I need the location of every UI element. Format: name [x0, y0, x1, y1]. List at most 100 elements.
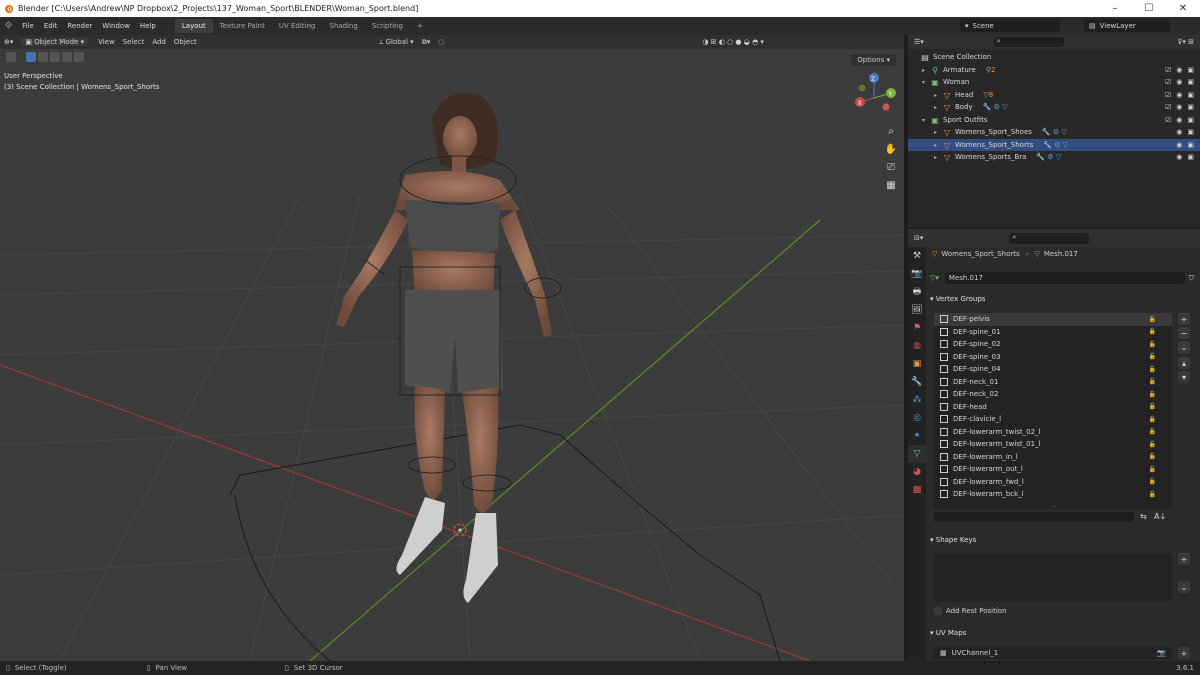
object-tab-icon[interactable]: ▣ — [908, 355, 926, 373]
outliner-row-bra[interactable]: ▸ ▽ Womens_Sports_Bra 🔧 ⚙ ▽ ◉ ▣ — [908, 151, 1200, 163]
transform-orientation-dropdown[interactable]: ⟂ Global ▾ — [375, 38, 418, 47]
lock-icon[interactable]: 🔓 — [1149, 491, 1156, 498]
list-item[interactable]: DEF-lowerarm_twist_01_l 🔓 — [934, 438, 1172, 451]
visibility-toggles[interactable]: ☑ ◉ ▣ — [1165, 103, 1194, 111]
outliner-row-shoes[interactable]: ▸ ▽ Womens_Sport_Shoes 🔧 ⚙ ▽ ◉ ▣ — [908, 126, 1200, 138]
remove-vertex-group-button[interactable]: − — [1178, 327, 1190, 339]
expand-arrow-icon[interactable]: ▸ — [934, 154, 942, 161]
menu-help[interactable]: Help — [135, 22, 161, 30]
menu-object[interactable]: Object — [170, 38, 201, 46]
list-item[interactable]: DEF-spine_04 🔓 — [934, 363, 1172, 376]
menu-edit[interactable]: Edit — [39, 22, 63, 30]
menu-window[interactable]: Window — [97, 22, 135, 30]
maximize-button[interactable]: ☐ — [1132, 0, 1166, 17]
lock-icon[interactable]: 🔓 — [1149, 466, 1156, 473]
mesh-name-field[interactable]: Mesh.017 — [944, 272, 1185, 284]
shape-keys-header[interactable]: ▾ Shape Keys — [930, 536, 976, 544]
list-item[interactable]: DEF-neck_02 🔓 — [934, 388, 1172, 401]
lock-icon[interactable]: 🔓 — [1149, 391, 1156, 398]
add-vertex-group-button[interactable]: + — [1178, 313, 1190, 325]
list-item[interactable]: DEF-head 🔓 — [934, 401, 1172, 414]
physics-tab-icon[interactable]: ◎ — [908, 409, 926, 427]
lock-icon[interactable]: 🔓 — [1149, 478, 1156, 485]
camera-view-icon[interactable]: ⎚ — [884, 162, 898, 176]
scene-tab-icon[interactable]: ⚑ — [908, 319, 926, 337]
outliner-editor-icon[interactable]: ☰▾ — [914, 38, 924, 46]
material-tab-icon[interactable]: ◕ — [908, 463, 926, 481]
render-tab-icon[interactable]: 📷 — [908, 265, 926, 283]
lock-icon[interactable]: 🔓 — [1149, 366, 1156, 373]
zoom-icon[interactable]: ⌕ — [884, 126, 898, 140]
vertex-groups-list[interactable]: DEF-pelvis 🔓 DEF-spine_01 🔓 DEF-spine_02 🔓 … — [934, 313, 1172, 510]
view-layer-tab-icon[interactable]: 🖼 — [908, 301, 926, 319]
minimize-button[interactable]: – — [1098, 0, 1132, 17]
lock-icon[interactable]: 🔓 — [1149, 378, 1156, 385]
vertex-groups-header[interactable]: ▾ Vertex Groups — [930, 295, 985, 303]
select-box-icon[interactable] — [26, 52, 36, 62]
tool-toggle-icon[interactable] — [6, 52, 16, 62]
visibility-toggles[interactable]: ◉ ▣ — [1176, 153, 1194, 161]
view-layer-selector[interactable]: ▤ ViewLayer — [1084, 19, 1170, 32]
lock-icon[interactable]: 🔓 — [1149, 353, 1156, 360]
blender-menu-icon[interactable]: ⟐ — [0, 21, 17, 31]
list-item[interactable]: DEF-spine_03 🔓 — [934, 351, 1172, 364]
outliner-row-body[interactable]: ▸ ▽ Body 🔧 ⚙ ▽ ☑ ◉ ▣ — [908, 101, 1200, 113]
modifier-tab-icon[interactable]: 🔧 — [908, 373, 926, 391]
list-item[interactable]: DEF-neck_01 🔓 — [934, 376, 1172, 389]
tab-texture-paint[interactable]: Texture Paint — [213, 19, 272, 33]
vertex-group-filter-input[interactable] — [934, 512, 1134, 522]
move-down-button[interactable]: ▾ — [1178, 371, 1190, 383]
add-rest-position-checkbox[interactable] — [934, 607, 942, 615]
visibility-toggles[interactable]: ◉ ▣ — [1176, 141, 1194, 149]
outliner-scene-collection[interactable]: ▤ Scene Collection — [908, 51, 1200, 63]
visibility-toggles[interactable]: ◉ ▣ — [1176, 128, 1194, 136]
add-workspace-button[interactable]: + — [410, 19, 430, 33]
tab-uv-editing[interactable]: UV Editing — [272, 19, 323, 33]
lock-icon[interactable]: 🔓 — [1149, 428, 1156, 435]
outliner-row-armature[interactable]: ▸ ⚲ Armature ⚲2 ☑ ◉ ▣ — [908, 64, 1200, 76]
add-uv-map-button[interactable]: + — [1178, 647, 1190, 659]
lock-icon[interactable]: 🔓 — [1149, 341, 1156, 348]
properties-search[interactable]: ⌕ — [1009, 232, 1090, 244]
filter-sort-icon[interactable]: ⇆ — [1140, 512, 1147, 521]
expand-arrow-icon[interactable]: ▸ — [934, 104, 942, 111]
menu-render[interactable]: Render — [62, 22, 97, 30]
list-item[interactable]: DEF-lowerarm_out_l 🔓 — [934, 463, 1172, 476]
tab-scripting[interactable]: Scripting — [365, 19, 410, 33]
pan-hand-icon[interactable]: ✋ — [884, 144, 898, 158]
ortho-grid-icon[interactable]: ▦ — [884, 180, 898, 194]
select-invert-icon[interactable] — [74, 52, 84, 62]
shape-key-specials-button[interactable]: ⌄ — [1178, 581, 1190, 593]
lock-icon[interactable]: 🔓 — [1149, 441, 1156, 448]
select-subtract-icon[interactable] — [50, 52, 60, 62]
lock-icon[interactable]: 🔓 — [1149, 403, 1156, 410]
snap-icon[interactable]: ⧉▾ — [418, 38, 435, 47]
object-mode-dropdown[interactable]: ▣ Object Mode ▾ — [21, 38, 89, 46]
proportional-edit-icon[interactable]: ◌ — [434, 38, 448, 46]
outliner-row-head[interactable]: ▸ ▽ Head ▽8 ☑ ◉ ▣ — [908, 89, 1200, 101]
data-tab-icon[interactable]: ▽ — [908, 445, 926, 463]
world-tab-icon[interactable]: ◍ — [908, 337, 926, 355]
list-item[interactable]: DEF-spine_02 🔓 — [934, 338, 1172, 351]
add-shape-key-button[interactable]: + — [1178, 553, 1190, 565]
outliner-row-shorts[interactable]: ▸ ▽ Womens_Sport_Shorts 🔧 ⚙ ▽ ◉ ▣ — [908, 139, 1200, 151]
list-item[interactable]: DEF-spine_01 🔓 — [934, 326, 1172, 339]
close-button[interactable]: ✕ — [1166, 0, 1200, 17]
select-intersect-icon[interactable] — [62, 52, 72, 62]
particles-tab-icon[interactable]: ⁂ — [908, 391, 926, 409]
expand-arrow-icon[interactable]: ▸ — [922, 67, 930, 74]
texture-tab-icon[interactable]: ▩ — [908, 481, 926, 499]
scene-selector[interactable]: ▾ Scene — [960, 19, 1060, 32]
visibility-toggles[interactable]: ☑ ◉ ▣ — [1165, 91, 1194, 99]
lock-icon[interactable]: 🔓 — [1149, 416, 1156, 423]
editor-type-icon[interactable]: ⊕▾ — [0, 38, 17, 46]
lock-icon[interactable]: 🔓 — [1149, 316, 1156, 323]
outliner-row-sport-outfits[interactable]: ▾ ▣ Sport Outfits ☑ ◉ ▣ — [908, 114, 1200, 126]
uv-map-row[interactable]: ▦ UVChannel_1 📷 — [934, 647, 1172, 659]
menu-add[interactable]: Add — [148, 38, 170, 46]
options-button[interactable]: Options ▾ — [851, 54, 896, 66]
shape-keys-list[interactable] — [934, 553, 1172, 601]
expand-arrow-icon[interactable]: ▸ — [934, 129, 942, 136]
outliner-row-woman[interactable]: ▾ ▣ Woman ☑ ◉ ▣ — [908, 76, 1200, 88]
uv-maps-header[interactable]: ▾ UV Maps — [930, 629, 966, 637]
